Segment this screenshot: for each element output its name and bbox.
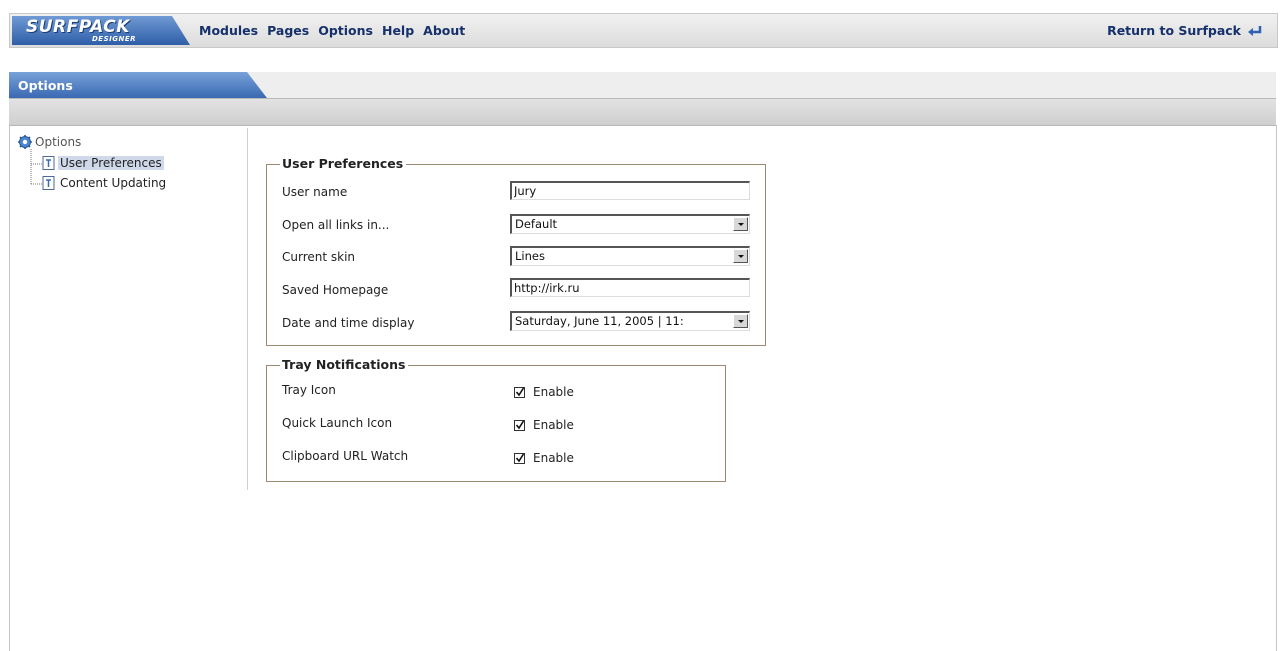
document-icon	[42, 156, 55, 170]
open-links-value: Default	[515, 217, 558, 231]
menu-help[interactable]: Help	[382, 23, 414, 38]
return-link-label: Return to Surfpack	[1107, 23, 1241, 38]
return-to-surfpack-link[interactable]: Return to Surfpack	[1107, 23, 1263, 38]
current-skin-value: Lines	[515, 249, 545, 263]
datetime-display-label: Date and time display	[282, 316, 415, 330]
checkmark-icon	[515, 420, 525, 429]
tree-item-user-preferences[interactable]: User Preferences	[42, 156, 164, 170]
open-links-label: Open all links in...	[282, 218, 390, 232]
main-menu: Modules Pages Options Help About	[199, 23, 465, 38]
datetime-display-value: Saturday, June 11, 2005 | 11:	[515, 314, 684, 328]
chevron-down-icon[interactable]	[733, 217, 748, 231]
current-skin-label: Current skin	[282, 250, 356, 264]
quick-launch-icon-label: Quick Launch Icon	[282, 416, 393, 430]
clipboard-url-watch-enable[interactable]: Enable	[514, 451, 574, 465]
logo-subtitle: DESIGNER	[92, 35, 137, 43]
datetime-display-select[interactable]: Saturday, June 11, 2005 | 11:	[510, 311, 750, 331]
chevron-down-icon[interactable]	[733, 314, 748, 328]
tab-options[interactable]: Options	[9, 72, 267, 98]
tree-item-content-updating[interactable]: Content Updating	[42, 176, 168, 190]
clipboard-url-watch-label: Clipboard URL Watch	[282, 449, 409, 463]
gear-icon	[18, 135, 32, 149]
options-tree: Options User Preferences Content Updatin…	[18, 135, 166, 190]
return-arrow-icon	[1248, 25, 1262, 36]
saved-homepage-input[interactable]	[510, 278, 750, 297]
tray-icon-label: Tray Icon	[282, 383, 336, 397]
tray-notifications-group: Tray Notifications Tray Icon Enable Quic…	[266, 357, 726, 482]
tree-root-options[interactable]: Options	[18, 135, 81, 149]
user-name-input[interactable]	[510, 181, 750, 200]
tray-notifications-title: Tray Notifications	[280, 357, 409, 372]
tree-item-label: User Preferences	[58, 156, 164, 170]
user-name-label: User name	[282, 185, 348, 199]
menu-modules[interactable]: Modules	[199, 23, 258, 38]
menu-options[interactable]: Options	[318, 23, 373, 38]
quick-launch-icon-enable[interactable]: Enable	[514, 418, 574, 432]
surfpack-logo[interactable]: SURFPACK DESIGNER	[12, 16, 190, 45]
frame-border-right	[1276, 125, 1277, 651]
tab-options-label: Options	[18, 78, 73, 93]
tree-item-label: Content Updating	[60, 176, 167, 190]
tray-icon-enable-label: Enable	[533, 385, 574, 399]
top-header: SURFPACK DESIGNER Modules Pages Options …	[9, 13, 1278, 48]
frame-border-left	[9, 125, 10, 651]
saved-homepage-label: Saved Homepage	[282, 283, 389, 297]
open-links-select[interactable]: Default	[510, 214, 750, 234]
tree-divider	[247, 128, 248, 490]
tree-root-label: Options	[35, 135, 82, 149]
tray-icon-checkbox[interactable]	[514, 386, 525, 398]
tray-icon-enable[interactable]: Enable	[514, 385, 574, 399]
chevron-down-icon[interactable]	[733, 249, 748, 263]
user-preferences-group: User Preferences User name Open all link…	[266, 156, 766, 346]
document-icon	[42, 176, 55, 190]
menu-pages[interactable]: Pages	[267, 23, 309, 38]
quick-launch-icon-enable-label: Enable	[533, 418, 574, 432]
checkmark-icon	[515, 387, 525, 396]
tab-strip: Options	[9, 72, 1276, 98]
clipboard-url-watch-checkbox[interactable]	[514, 452, 525, 464]
current-skin-select[interactable]: Lines	[510, 246, 750, 266]
checkmark-icon	[515, 453, 525, 462]
clipboard-url-watch-enable-label: Enable	[533, 451, 574, 465]
menu-about[interactable]: About	[423, 23, 465, 38]
toolbar-strip	[9, 98, 1276, 126]
quick-launch-icon-checkbox[interactable]	[514, 419, 525, 431]
user-preferences-title: User Preferences	[280, 156, 407, 171]
logo-title: SURFPACK	[26, 17, 130, 37]
